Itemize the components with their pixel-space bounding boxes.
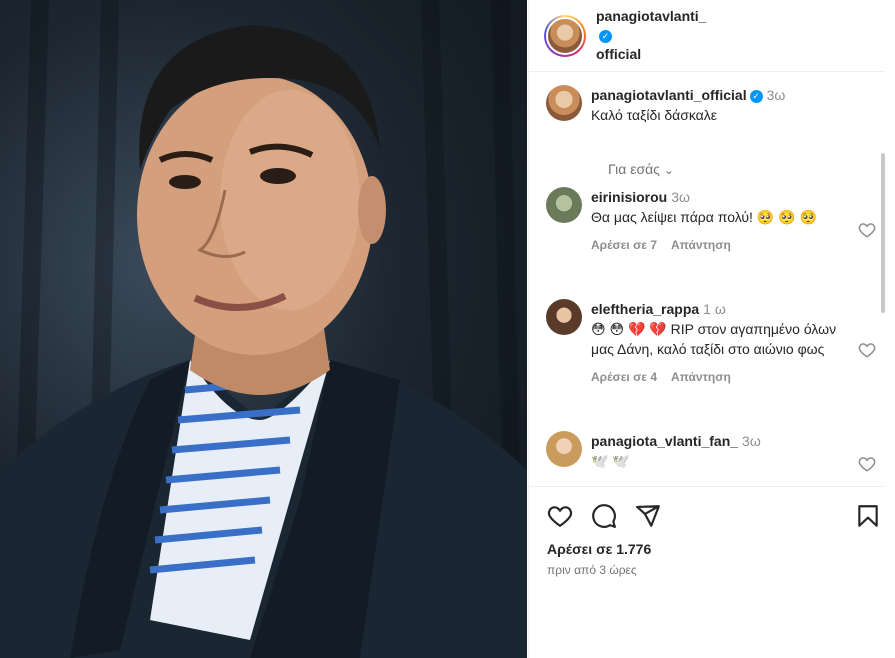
heart-icon[interactable] <box>858 221 876 239</box>
comment-time[interactable]: 3ω <box>742 433 761 449</box>
comments-list[interactable]: panagiotavlanti_official ✓ 3ω Καλό ταξίδι … <box>529 73 885 486</box>
post-timestamp[interactable]: πριν από 3 ώρες <box>547 563 637 577</box>
for-you-toggle[interactable]: Για εσάς ⌄ <box>608 161 674 177</box>
share-icon[interactable] <box>635 503 661 529</box>
verified-icon: ✓ <box>599 29 612 43</box>
reply-button[interactable]: Απάντηση <box>671 238 731 252</box>
author-username[interactable]: panagiotavlanti_✓ official <box>596 7 721 64</box>
comment-likes[interactable]: Αρέσει σε 7 <box>591 238 657 252</box>
caption-username[interactable]: panagiotavlanti_official <box>591 87 747 103</box>
comment-time[interactable]: 1 ω <box>703 301 726 317</box>
caption-text: Καλό ταξίδι δάσκαλε <box>591 107 718 123</box>
comment-likes[interactable]: Αρέσει σε 4 <box>591 370 657 384</box>
comment-text: 🕊️ 🕊️ <box>591 453 630 469</box>
comment-username[interactable]: panagiota_vlanti_fan_ <box>591 433 738 449</box>
scrollbar[interactable] <box>881 153 885 313</box>
portrait-image <box>0 0 527 658</box>
comment-item: eleftheria_rappa 1 ω 😳 😳 💔 💔 RIP στον αγα… <box>546 299 876 409</box>
post-details-panel: panagiotavlanti_✓ official panagiotavlan… <box>528 0 885 658</box>
comment-username[interactable]: eirinisiorou <box>591 189 667 205</box>
post-actions: Αρέσει σε 1.776 πριν από 3 ώρες <box>529 486 885 658</box>
comment-time[interactable]: 3ω <box>671 189 690 205</box>
post-header: panagiotavlanti_✓ official <box>529 0 885 72</box>
heart-icon[interactable] <box>858 341 876 359</box>
avatar[interactable] <box>546 187 582 223</box>
bookmark-icon[interactable] <box>855 503 881 529</box>
chevron-down-icon: ⌄ <box>663 163 674 177</box>
heart-icon[interactable] <box>858 455 876 473</box>
comment-text: Θα μας λείψει πάρα πολύ! 🥺 🥺 🥺 <box>591 209 817 225</box>
comment-icon[interactable] <box>591 503 617 529</box>
comment-username[interactable]: eleftheria_rappa <box>591 301 699 317</box>
comment-item: panagiota_vlanti_fan_ 3ω 🕊️ 🕊️ <box>546 431 876 486</box>
verified-icon: ✓ <box>749 89 763 103</box>
avatar[interactable] <box>546 299 582 335</box>
caption-time[interactable]: 3ω <box>767 87 786 103</box>
comment-text: 😳 😳 💔 💔 RIP στον αγαπημένο όλων μας Δάνη… <box>591 321 837 357</box>
avatar[interactable] <box>546 85 582 121</box>
avatar[interactable] <box>546 431 582 467</box>
author-avatar[interactable] <box>544 14 586 57</box>
likes-count[interactable]: Αρέσει σε 1.776 <box>547 541 651 557</box>
comment-item: eirinisiorou 3ω Θα μας λείψει πάρα πολύ! … <box>546 187 876 277</box>
like-heart-icon[interactable] <box>547 503 573 529</box>
post-photo[interactable] <box>0 0 527 658</box>
reply-button[interactable]: Απάντηση <box>671 370 731 384</box>
caption: panagiotavlanti_official ✓ 3ω Καλό ταξίδι … <box>546 85 876 177</box>
